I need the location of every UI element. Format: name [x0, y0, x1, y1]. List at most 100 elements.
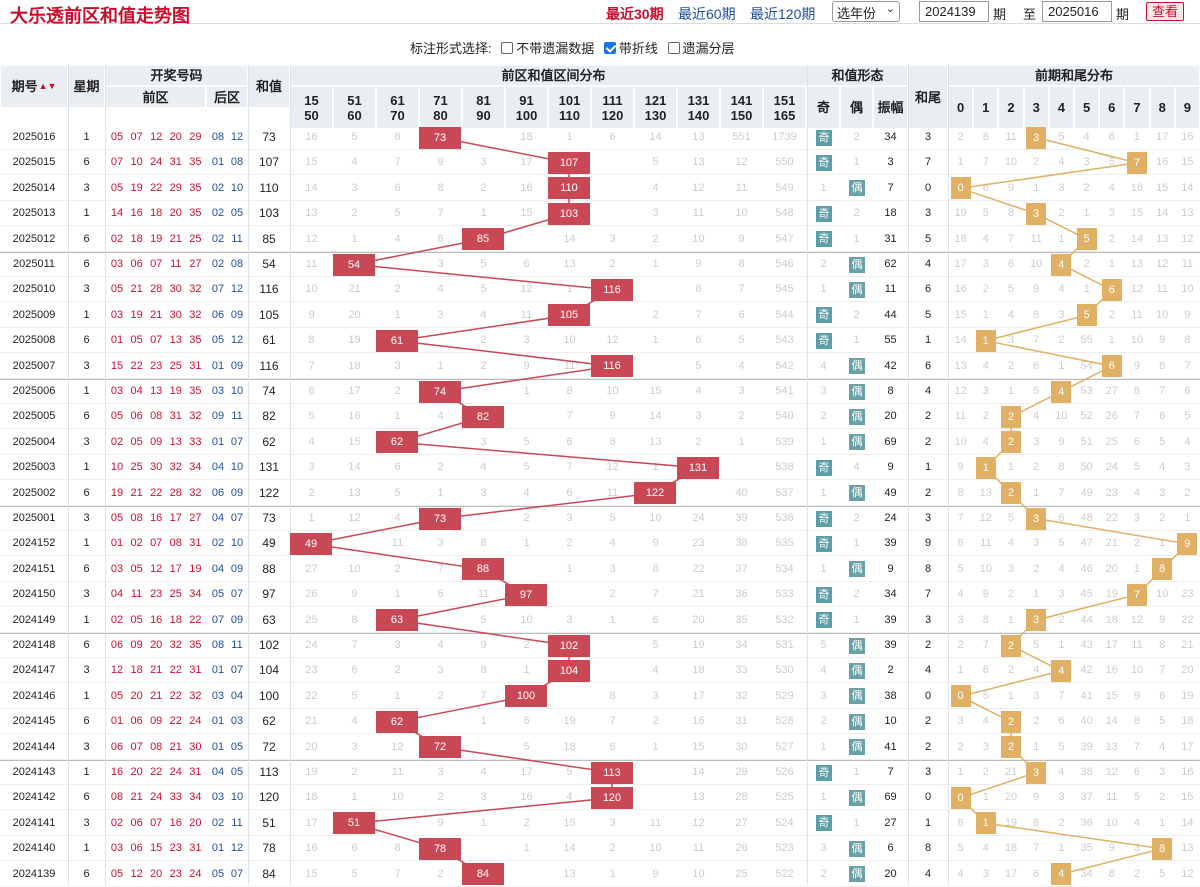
page-title: 大乐透前区和值走势图: [10, 6, 190, 26]
sum-hit-box: 62: [376, 431, 418, 454]
tail-hit-box: 4: [1051, 380, 1072, 403]
tail-hit-box: 8: [1152, 558, 1173, 581]
odd-badge: 奇: [816, 510, 832, 527]
recent-30-link[interactable]: 最近30期: [606, 4, 664, 24]
sum-hit-box: 62: [376, 710, 418, 733]
odd-badge: 奇: [816, 154, 832, 171]
tail-hit-box: 8: [1152, 837, 1173, 860]
sum-hit-box: 73: [419, 507, 461, 530]
checkbox-no-miss[interactable]: [501, 42, 514, 54]
sum-hit-box: 102: [548, 634, 590, 657]
sum-hit-box: 49: [290, 532, 332, 555]
even-badge: 偶: [849, 739, 865, 756]
sum-hit-box: 72: [419, 736, 461, 759]
even-badge: 偶: [849, 180, 865, 197]
option-line[interactable]: 带折线: [603, 38, 658, 57]
tail-hit-box: 0: [950, 786, 971, 809]
tail-hit-box: 2: [1000, 482, 1021, 505]
odd-badge: 奇: [816, 586, 832, 603]
sum-hit-box: 113: [591, 761, 633, 784]
sum-hit-box: 105: [548, 304, 590, 327]
sum-hit-box: 73: [419, 126, 461, 149]
sum-hit-box: 85: [462, 228, 504, 251]
sum-hit-box: 63: [376, 609, 418, 632]
tail-hit-box: 0: [950, 177, 971, 200]
odd-badge: 奇: [816, 205, 832, 222]
sum-hit-box: 54: [333, 253, 375, 276]
sum-hit-box: 131: [677, 456, 719, 479]
odd-badge: 奇: [816, 612, 832, 629]
tail-hit-box: 3: [1026, 761, 1047, 784]
sum-hit-box: 107: [548, 151, 590, 174]
sum-hit-box: 61: [376, 329, 418, 352]
even-badge: 偶: [849, 358, 865, 375]
sum-hit-box: 122: [634, 482, 676, 505]
period-label-2: 期: [1116, 7, 1130, 22]
tail-hit-box: 2: [1000, 634, 1021, 657]
tail-hit-box: 2: [1000, 431, 1021, 454]
even-badge: 偶: [849, 688, 865, 705]
year-select-label: 选年份: [837, 6, 877, 21]
tail-hit-box: 5: [1076, 228, 1097, 251]
odd-badge: 奇: [816, 535, 832, 552]
odd-badge: 奇: [816, 332, 832, 349]
sum-hit-box: 116: [591, 278, 633, 301]
even-badge: 偶: [849, 713, 865, 730]
tail-hit-box: 1: [975, 812, 996, 835]
sum-hit-box: 84: [462, 863, 504, 886]
to-period-input[interactable]: 2025016: [1042, 1, 1112, 22]
odd-badge: 奇: [816, 307, 832, 324]
tail-hit-box: 6: [1101, 278, 1122, 301]
sum-hit-box: 120: [591, 786, 633, 809]
trend-table: 期号 ▲▼ 星期 开奖号码 前区 后区 和值 前区和值区间分布 15 50 51 60 61 70 71 80…: [0, 65, 1200, 887]
sum-hit-box: 100: [505, 685, 547, 708]
even-badge: 偶: [849, 866, 865, 883]
tail-hit-box: 4: [1051, 253, 1072, 276]
odd-badge: 奇: [816, 231, 832, 248]
year-select[interactable]: 选年份 ⌄: [832, 1, 900, 22]
recent-60-link[interactable]: 最近60期: [678, 4, 736, 24]
period-label: 期: [993, 7, 1007, 22]
from-period-input[interactable]: 2024139: [919, 1, 989, 22]
tail-hit-box: 7: [1126, 583, 1147, 606]
tail-hit-box: 6: [1101, 355, 1122, 378]
even-badge: 偶: [849, 789, 865, 806]
even-badge: 偶: [849, 383, 865, 400]
sum-hit-box: 88: [462, 558, 504, 581]
sum-hit-box: 51: [333, 812, 375, 835]
sum-hit-box: 110: [548, 177, 590, 200]
sum-trend-line: [310, 136, 701, 875]
top-bar: 大乐透前区和值走势图 最近30期 最近60期 最近120期 选年份 ⌄ 20241…: [0, 0, 1200, 26]
even-badge: 偶: [849, 256, 865, 273]
option-no-miss[interactable]: 不带遗漏数据: [501, 38, 594, 57]
tail-trend-line: [958, 136, 1189, 875]
checkbox-line[interactable]: [603, 42, 616, 54]
odd-badge: 奇: [816, 459, 832, 476]
even-badge: 偶: [849, 637, 865, 654]
tail-hit-box: 3: [1026, 126, 1047, 149]
even-badge: 偶: [849, 485, 865, 502]
sum-hit-box: 97: [505, 583, 547, 606]
sum-hit-box: 78: [419, 837, 461, 860]
even-badge: 偶: [849, 434, 865, 451]
even-badge: 偶: [849, 408, 865, 425]
sum-hit-box: 103: [548, 202, 590, 225]
even-badge: 偶: [849, 662, 865, 679]
even-badge: 偶: [849, 561, 865, 578]
tail-hit-box: 3: [1026, 202, 1047, 225]
view-button[interactable]: 查看: [1146, 2, 1184, 21]
tail-hit-box: 5: [1076, 304, 1097, 327]
odd-badge: 奇: [816, 129, 832, 146]
tail-hit-box: 3: [1026, 507, 1047, 530]
tail-hit-box: 2: [1000, 736, 1021, 759]
option-layer[interactable]: 遗漏分层: [667, 38, 735, 57]
to-label: 至: [1023, 7, 1037, 22]
sum-hit-box: 82: [462, 405, 504, 428]
sum-hit-box: 104: [548, 659, 590, 682]
tail-hit-box: 1: [975, 329, 996, 352]
recent-120-link[interactable]: 最近120期: [750, 4, 815, 24]
tail-hit-box: 2: [1000, 710, 1021, 733]
tail-hit-box: 9: [1177, 532, 1198, 555]
checkbox-layer[interactable]: [667, 42, 680, 54]
tail-hit-box: 4: [1051, 659, 1072, 682]
